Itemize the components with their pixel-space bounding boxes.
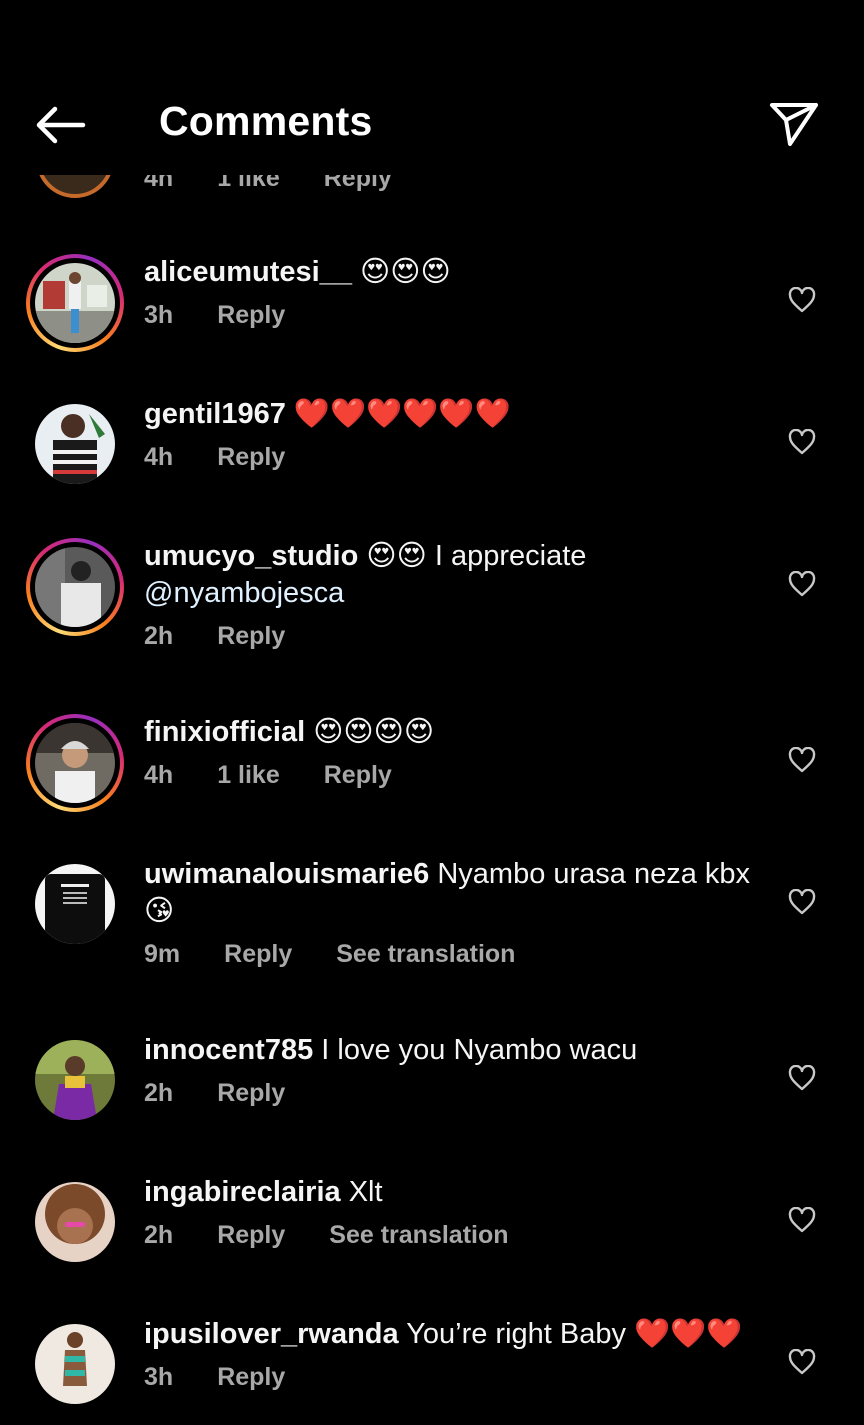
comment-username[interactable]: ingabireclairia	[144, 1176, 341, 1208]
comment-time: 4h	[144, 761, 174, 789]
comment-text: I love you Nyambo wacu	[321, 1034, 638, 1066]
like-button[interactable]	[786, 744, 818, 776]
comment-meta: 2h Reply	[144, 622, 764, 651]
heart-outline-icon	[788, 1207, 816, 1233]
comment-meta: 3h Reply	[144, 1363, 764, 1392]
back-arrow-icon	[36, 106, 86, 144]
avatar	[35, 723, 115, 803]
header-bar: Comments	[0, 0, 864, 175]
story-ring[interactable]	[26, 714, 124, 812]
comment-mention[interactable]: @nyambojesca	[144, 577, 344, 609]
heart-outline-icon	[788, 287, 816, 313]
comment-meta: 9m Reply See translation	[144, 940, 764, 969]
avatar[interactable]	[35, 864, 115, 944]
comment-text: 😍😍😍	[360, 256, 451, 288]
avatar[interactable]	[35, 404, 115, 484]
comment-time: 9m	[144, 940, 181, 968]
comment-username[interactable]: aliceumutesi__	[144, 256, 352, 288]
comments-screen: 4h 1 like Reply Comments aliceumutesi__ …	[0, 0, 864, 1425]
comment-meta: 4h Reply	[144, 443, 764, 472]
comment-time: 3h	[144, 1363, 174, 1391]
comment-text: 😍😍😍😍	[313, 716, 435, 748]
comment-time: 3h	[144, 301, 174, 329]
comment-text: 😍😍 I appreciate	[366, 540, 587, 572]
comment-username[interactable]: gentil1967	[144, 398, 286, 430]
avatar[interactable]	[35, 1182, 115, 1262]
share-button[interactable]	[764, 96, 824, 152]
comment-username[interactable]: uwimanalouismarie6	[144, 858, 429, 890]
comment-time: 2h	[144, 1079, 174, 1107]
avatar	[35, 263, 115, 343]
like-button[interactable]	[786, 426, 818, 458]
heart-outline-icon	[788, 429, 816, 455]
story-ring[interactable]	[26, 538, 124, 636]
heart-outline-icon	[788, 1349, 816, 1375]
page-title: Comments	[159, 98, 373, 144]
comment-likes[interactable]: 1 like	[217, 761, 280, 790]
heart-outline-icon	[788, 889, 816, 915]
comment-username[interactable]: ipusilover_rwanda	[144, 1318, 399, 1350]
see-translation-button[interactable]: See translation	[329, 1221, 508, 1250]
reply-button[interactable]: Reply	[217, 1079, 285, 1108]
send-icon	[770, 103, 818, 146]
story-ring[interactable]	[26, 254, 124, 352]
comment-meta: 3h Reply	[144, 301, 764, 330]
comment-text: You’re right Baby ❤️❤️❤️	[406, 1318, 743, 1350]
comment-time: 4h	[144, 443, 174, 471]
like-button[interactable]	[786, 1346, 818, 1378]
avatar	[35, 547, 115, 627]
comment-username[interactable]: finixiofficial	[144, 716, 305, 748]
like-button[interactable]	[786, 1204, 818, 1236]
comment-meta: 2h Reply See translation	[144, 1221, 764, 1250]
like-button[interactable]	[786, 886, 818, 918]
comment-text: Xlt	[348, 1176, 383, 1208]
avatar[interactable]	[35, 1040, 115, 1120]
see-translation-button[interactable]: See translation	[336, 940, 515, 969]
comment-meta: 2h Reply	[144, 1079, 764, 1108]
like-button[interactable]	[786, 284, 818, 316]
comment-username[interactable]: innocent785	[144, 1034, 313, 1066]
like-button[interactable]	[786, 1062, 818, 1094]
heart-outline-icon	[788, 1065, 816, 1091]
like-button[interactable]	[786, 568, 818, 600]
comment-text: ❤️❤️❤️❤️❤️❤️	[293, 398, 511, 430]
reply-button[interactable]: Reply	[217, 301, 285, 330]
avatar[interactable]	[35, 1324, 115, 1404]
comment-username[interactable]: umucyo_studio	[144, 540, 358, 572]
reply-button[interactable]: Reply	[217, 622, 285, 651]
reply-button[interactable]: Reply	[324, 761, 392, 790]
reply-button[interactable]: Reply	[217, 1363, 285, 1392]
comment-meta: 4h 1 like Reply	[144, 761, 764, 790]
comment-time: 2h	[144, 622, 174, 650]
reply-button[interactable]: Reply	[217, 443, 285, 472]
back-button[interactable]	[28, 98, 92, 152]
reply-button[interactable]: Reply	[224, 940, 292, 969]
heart-outline-icon	[788, 571, 816, 597]
reply-button[interactable]: Reply	[217, 1221, 285, 1250]
comment-time: 2h	[144, 1221, 174, 1249]
heart-outline-icon	[788, 747, 816, 773]
